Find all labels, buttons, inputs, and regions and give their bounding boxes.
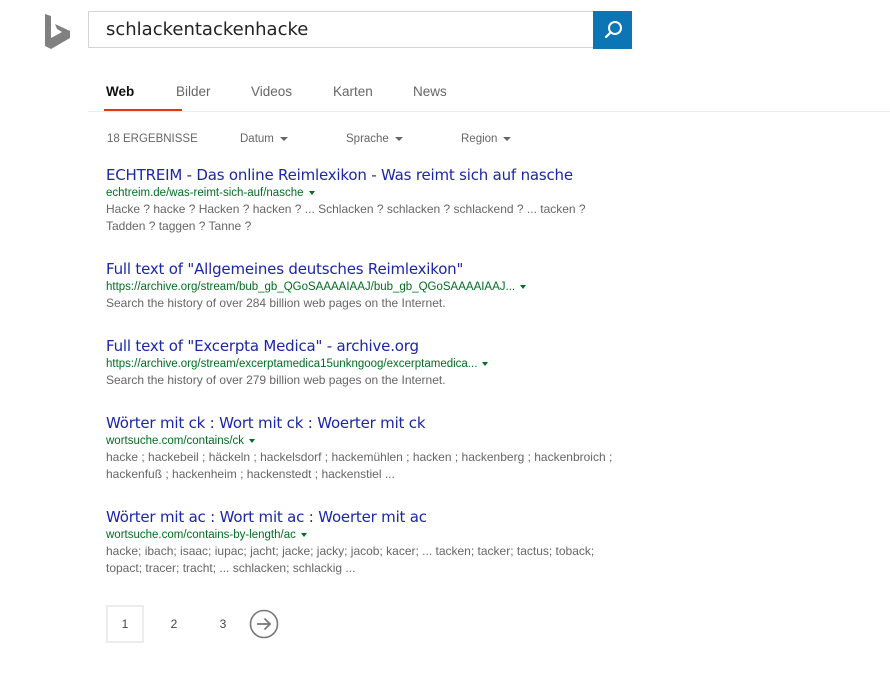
result-url: wortsuche.com/contains-by-length/ac [106, 527, 626, 543]
date-filter-label: Datum [240, 133, 274, 145]
tabs-divider [88, 111, 890, 112]
search-result: Full text of "Excerpta Medica" - archive… [106, 336, 626, 389]
search-icon [604, 21, 622, 39]
result-url-text: wortsuche.com/contains-by-length/ac [106, 529, 296, 541]
result-title-link[interactable]: Full text of "Excerpta Medica" - archive… [106, 336, 626, 356]
tab-videos[interactable]: Videos [251, 84, 333, 110]
tab-images[interactable]: Bilder [176, 84, 251, 110]
page-2[interactable]: 2 [155, 605, 193, 643]
search-result: Wörter mit ac : Wort mit ac : Woerter mi… [106, 507, 626, 577]
search-result: Wörter mit ck : Wort mit ck : Woerter mi… [106, 413, 626, 483]
chevron-down-icon [503, 136, 512, 141]
result-count: 18 ERGEBNISSE [107, 133, 198, 145]
caret-down-icon[interactable] [300, 532, 307, 537]
search-button[interactable] [593, 11, 632, 49]
chevron-down-icon [394, 136, 403, 141]
result-snippet: Search the history of over 284 billion w… [106, 296, 446, 310]
result-url: https://archive.org/stream/bub_gb_QGoSAA… [106, 279, 626, 295]
language-filter[interactable]: Sprache [346, 133, 403, 145]
search-result: ECHTREIM - Das online Reimlexikon - Was … [106, 165, 626, 235]
result-url-text: echtreim.de/was-reimt-sich-auf/nasche [106, 187, 304, 199]
language-filter-label: Sprache [346, 133, 389, 145]
date-filter[interactable]: Datum [240, 133, 288, 145]
page-3[interactable]: 3 [204, 605, 242, 643]
region-filter[interactable]: Region [461, 133, 512, 145]
tab-news[interactable]: News [413, 84, 473, 110]
region-filter-label: Region [461, 133, 498, 145]
arrow-right-circle-icon [249, 609, 279, 639]
result-title-link[interactable]: Full text of "Allgemeines deutsches Reim… [106, 259, 626, 279]
pagination: 1 2 3 [106, 605, 279, 643]
chevron-down-icon [279, 136, 288, 141]
vertical-tabs: Web Bilder Videos Karten News [104, 84, 473, 112]
search-box [88, 11, 593, 48]
search-input[interactable] [89, 12, 593, 47]
result-title-link[interactable]: Wörter mit ac : Wort mit ac : Woerter mi… [106, 507, 626, 527]
search-result: Full text of "Allgemeines deutsches Reim… [106, 259, 626, 312]
result-url-text: https://archive.org/stream/bub_gb_QGoSAA… [106, 281, 516, 293]
tab-web[interactable]: Web [104, 84, 182, 112]
tab-maps[interactable]: Karten [333, 84, 413, 110]
result-url-text: wortsuche.com/contains/ck [106, 435, 245, 447]
result-url-text: https://archive.org/stream/excerptamedic… [106, 358, 478, 370]
result-url: wortsuche.com/contains/ck [106, 433, 626, 449]
result-title-link[interactable]: ECHTREIM - Das online Reimlexikon - Was … [106, 165, 626, 185]
bing-logo-icon[interactable] [43, 14, 73, 50]
result-url: https://archive.org/stream/excerptamedic… [106, 356, 626, 372]
result-title-link[interactable]: Wörter mit ck : Wort mit ck : Woerter mi… [106, 413, 626, 433]
next-page-button[interactable] [249, 609, 279, 639]
result-url: echtreim.de/was-reimt-sich-auf/nasche [106, 185, 626, 201]
caret-down-icon[interactable] [520, 284, 527, 289]
result-snippet: hacke; ibach; isaac; iupac; jacht; jacke… [106, 544, 595, 575]
result-snippet: Hacke ? hacke ? Hacken ? hacken ? ... Sc… [106, 202, 586, 233]
caret-down-icon[interactable] [308, 190, 315, 195]
result-snippet: hacke ; hackebeil ; häckeln ; hackelsdor… [106, 450, 613, 481]
caret-down-icon[interactable] [482, 361, 489, 366]
page-1[interactable]: 1 [106, 605, 144, 643]
caret-down-icon[interactable] [249, 438, 256, 443]
result-snippet: Search the history of over 279 billion w… [106, 373, 446, 387]
